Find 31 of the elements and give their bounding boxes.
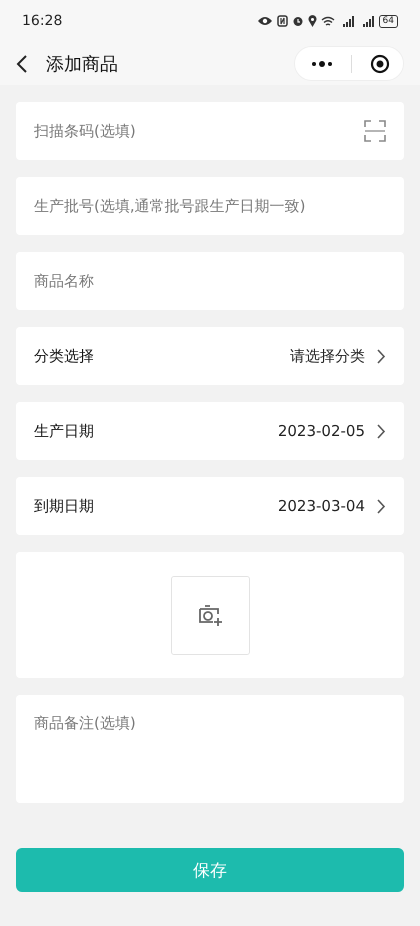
select-label: 生产日期 bbox=[34, 422, 94, 440]
select-row[interactable]: 分类选择 请选择分类 bbox=[16, 327, 404, 385]
alarm-icon bbox=[292, 15, 304, 27]
chevron-icon bbox=[377, 424, 386, 438]
scan-icon[interactable] bbox=[364, 120, 386, 142]
notes-field[interactable]: 商品备注(选填) bbox=[16, 695, 404, 803]
battery-level: 64 bbox=[378, 14, 398, 28]
photo-upload-button[interactable] bbox=[170, 576, 250, 654]
chevron-icon bbox=[377, 348, 386, 364]
more-icon[interactable] bbox=[311, 60, 333, 66]
location-icon bbox=[308, 15, 317, 27]
select-value: 2023-03-04 bbox=[278, 497, 365, 515]
camera-add-icon bbox=[197, 603, 223, 627]
chevron-icon bbox=[377, 498, 386, 514]
back-icon[interactable] bbox=[16, 54, 28, 72]
wifi-icon bbox=[320, 16, 335, 26]
close-target-icon[interactable] bbox=[370, 54, 390, 74]
status-time: 16:28 bbox=[22, 13, 62, 29]
eye-icon bbox=[256, 16, 273, 26]
select-label: 到期日期 bbox=[34, 496, 94, 516]
save-button[interactable]: 保存 bbox=[16, 848, 404, 892]
barcode-field[interactable]: 扫描条码(选填) bbox=[16, 102, 404, 160]
page-title: 添加商品 bbox=[46, 52, 119, 76]
input-field[interactable]: 生产批号(选填,通常批号跟生产日期一致) bbox=[16, 177, 404, 235]
nfc-icon bbox=[276, 15, 288, 27]
input-field[interactable]: 商品名称 bbox=[16, 252, 404, 310]
select-row[interactable]: 生产日期 2023-02-05 bbox=[16, 402, 404, 460]
select-label: 分类选择 bbox=[34, 346, 94, 366]
select-row[interactable]: 到期日期 2023-03-04 bbox=[16, 477, 404, 535]
select-value: 请选择分类 bbox=[290, 346, 365, 366]
select-value: 2023-02-05 bbox=[278, 422, 365, 440]
